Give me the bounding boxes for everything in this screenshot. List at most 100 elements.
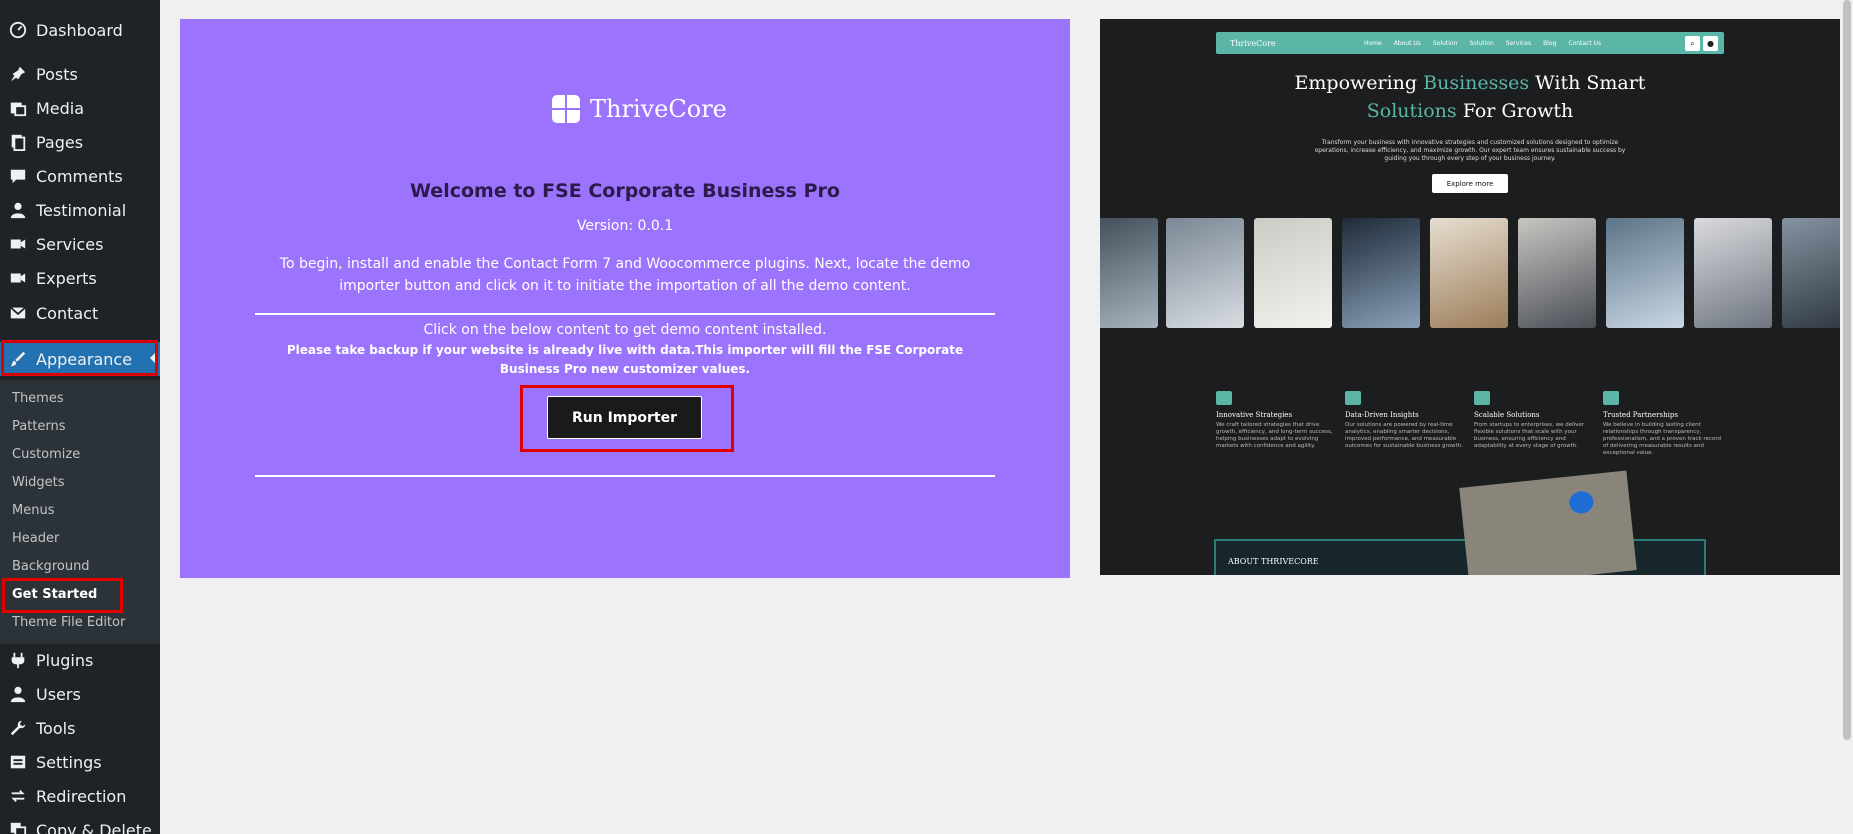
preview-nav-link: Contact Us <box>1568 39 1602 47</box>
sidebar-item-pages[interactable]: Pages <box>0 125 160 159</box>
comment-icon <box>8 166 28 186</box>
submenu-item-patterns[interactable]: Patterns <box>12 414 66 438</box>
submenu-item-menus[interactable]: Menus <box>12 498 54 522</box>
sidebar-item-label: Services <box>36 234 104 254</box>
sidebar-item-redirection[interactable]: Redirection <box>0 779 160 813</box>
user-icon: ● <box>1703 36 1718 51</box>
submenu-item-theme-file-editor[interactable]: Theme File Editor <box>12 610 125 634</box>
sidebar-item-label: Comments <box>36 166 123 186</box>
copy-icon <box>8 820 28 834</box>
sidebar-item-label: Tools <box>36 718 76 738</box>
admin-sidebar: Dashboard Posts Media Pages Comments Tes… <box>0 0 160 834</box>
preview-nav-link: Services <box>1505 39 1532 47</box>
gallery-image <box>1606 218 1684 328</box>
submenu-item-background[interactable]: Background <box>12 554 90 578</box>
media-icon <box>8 98 28 118</box>
wrench-icon <box>8 718 28 738</box>
plugin-icon <box>8 650 28 670</box>
preview-workers-photo <box>1459 470 1637 575</box>
preview-navbar: ThriveCore Home About Us Solution Soluti… <box>1216 32 1724 54</box>
gallery-image <box>1782 218 1840 328</box>
page-scrollbar[interactable] <box>1841 0 1853 834</box>
backup-warning-text: Please take backup if your website is al… <box>286 343 964 376</box>
run-importer-highlight-box <box>520 385 734 452</box>
page-title: Welcome to FSE Corporate Business Pro <box>410 180 840 202</box>
feature-card: Data-Driven Insights Our solutions are p… <box>1345 391 1465 450</box>
gallery-image <box>1518 218 1596 328</box>
sidebar-item-comments[interactable]: Comments <box>0 159 160 193</box>
video-icon <box>8 234 28 254</box>
feature-icon <box>1345 391 1361 405</box>
feature-card: Innovative Strategies We craft tailored … <box>1216 391 1336 450</box>
pages-icon <box>8 132 28 152</box>
appearance-highlight-box <box>1 340 158 376</box>
scrollbar-thumb[interactable] <box>1843 0 1851 740</box>
sidebar-item-label: Redirection <box>36 786 127 806</box>
sidebar-item-dashboard[interactable]: Dashboard <box>0 13 160 47</box>
preview-brand: ThriveCore <box>1230 38 1276 48</box>
sidebar-item-copy-delete[interactable]: Copy & Delete <box>0 813 160 834</box>
sidebar-item-posts[interactable]: Posts <box>0 57 160 91</box>
sidebar-item-contact[interactable]: Contact <box>0 296 160 330</box>
hard-hat-shape <box>1568 490 1595 515</box>
gallery-image <box>1342 218 1420 328</box>
feature-icon <box>1603 391 1619 405</box>
gallery-image <box>1694 218 1772 328</box>
preview-gallery <box>1100 218 1840 328</box>
preview-hero-heading: Empowering Businesses With Smart Solutio… <box>1100 69 1840 125</box>
feature-icon <box>1474 391 1490 405</box>
feature-desc: Our solutions are powered by real-time a… <box>1345 422 1463 449</box>
brand-logo: ThriveCore <box>550 93 727 125</box>
feature-card: Trusted Partnerships We believe in build… <box>1603 391 1723 457</box>
feature-title: Trusted Partnerships <box>1603 411 1678 419</box>
sidebar-item-experts[interactable]: Experts <box>0 261 160 295</box>
feature-desc: We craft tailored strategies that drive … <box>1216 422 1333 449</box>
search-icon: ⌕ <box>1685 36 1700 51</box>
hero-text: With Smart <box>1529 72 1646 94</box>
submenu-item-themes[interactable]: Themes <box>12 386 64 410</box>
feature-title: Innovative Strategies <box>1216 411 1293 419</box>
gallery-image <box>1254 218 1332 328</box>
feature-title: Data-Driven Insights <box>1345 411 1419 419</box>
gallery-image <box>1430 218 1508 328</box>
sidebar-item-settings[interactable]: Settings <box>0 745 160 779</box>
sidebar-item-label: Settings <box>36 752 102 772</box>
dashboard-icon <box>8 20 28 40</box>
pin-icon <box>8 64 28 84</box>
divider-top <box>255 313 995 315</box>
sidebar-item-label: Experts <box>36 268 97 288</box>
sidebar-item-label: Media <box>36 98 85 118</box>
gallery-image <box>1166 218 1244 328</box>
get-started-highlight-box <box>2 578 123 613</box>
preview-cta-label: Explore more <box>1446 179 1494 188</box>
preview-nav-icons: ⌕ ● <box>1685 36 1718 51</box>
sidebar-item-users[interactable]: Users <box>0 677 160 711</box>
divider-bottom <box>255 475 995 477</box>
click-instruction-text: Click on the below content to get demo c… <box>423 322 827 338</box>
submenu-item-header[interactable]: Header <box>12 526 59 550</box>
sidebar-item-label: Dashboard <box>36 20 123 40</box>
feature-icon <box>1216 391 1232 405</box>
sidebar-item-label: Users <box>36 684 81 704</box>
submenu-item-widgets[interactable]: Widgets <box>12 470 65 494</box>
hero-accent: Businesses <box>1423 72 1530 94</box>
preview-nav-link: Blog <box>1543 39 1557 47</box>
gallery-image <box>1100 218 1158 328</box>
welcome-panel: ThriveCore Welcome to FSE Corporate Busi… <box>180 19 1070 578</box>
feature-card: Scalable Solutions From startups to ente… <box>1474 391 1594 450</box>
sidebar-item-label: Posts <box>36 64 78 84</box>
sidebar-item-services[interactable]: Services <box>0 227 160 261</box>
video-icon <box>8 268 28 288</box>
sidebar-item-label: Copy & Delete <box>36 820 152 834</box>
sidebar-item-media[interactable]: Media <box>0 91 160 125</box>
sidebar-item-tools[interactable]: Tools <box>0 711 160 745</box>
sidebar-item-label: Plugins <box>36 650 94 670</box>
preview-nav-link: Solution <box>1469 39 1494 47</box>
user-icon <box>8 684 28 704</box>
sidebar-item-plugins[interactable]: Plugins <box>0 643 160 677</box>
feature-title: Scalable Solutions <box>1474 411 1540 419</box>
submenu-item-customize[interactable]: Customize <box>12 442 80 466</box>
preview-nav-link: About Us <box>1393 39 1421 47</box>
redirect-icon <box>8 786 28 806</box>
sidebar-item-testimonial[interactable]: Testimonial <box>0 193 160 227</box>
